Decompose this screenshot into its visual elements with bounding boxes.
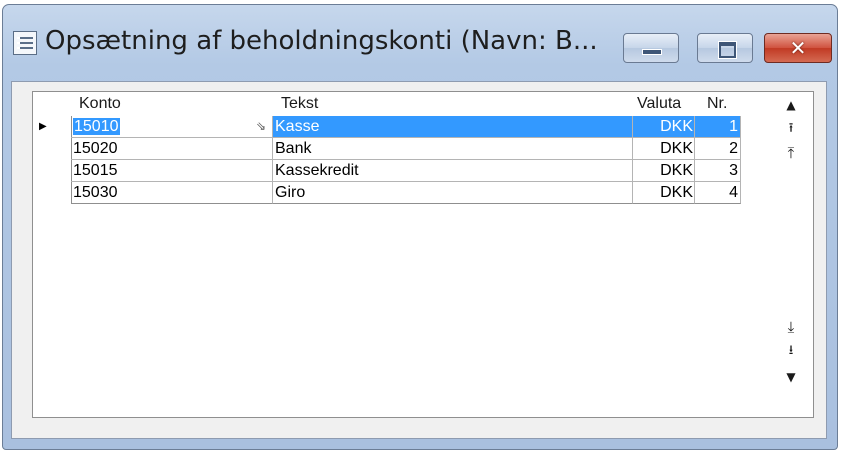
- dialog-window: Opsætning af beholdningskonti (Navn: B..…: [2, 4, 838, 450]
- cell-nr[interactable]: 3: [695, 160, 741, 182]
- cell-konto[interactable]: 15010 ⇘: [71, 116, 273, 138]
- last-record-icon[interactable]: ⤓: [779, 318, 803, 336]
- cell-nr[interactable]: 2: [695, 138, 741, 160]
- maximize-icon: [719, 42, 736, 58]
- minimize-button[interactable]: [623, 33, 679, 63]
- column-header-valuta[interactable]: Valuta: [637, 93, 681, 115]
- first-record-icon[interactable]: ⤒: [779, 144, 803, 162]
- lookup-icon[interactable]: ⇘: [256, 116, 266, 137]
- form-icon[interactable]: [13, 31, 37, 55]
- table-row[interactable]: 15020 Bank DKK 2: [71, 138, 741, 160]
- window-title: Opsætning af beholdningskonti (Navn: B..…: [45, 26, 598, 56]
- cell-tekst[interactable]: Kassekredit: [273, 160, 633, 182]
- previous-record-icon[interactable]: ⭱: [779, 120, 803, 138]
- scroll-down-icon[interactable]: ▼: [779, 368, 803, 386]
- cell-konto[interactable]: 15030: [71, 182, 273, 204]
- column-header-nr[interactable]: Nr.: [707, 93, 727, 115]
- close-button[interactable]: ✕: [764, 33, 832, 63]
- accounts-grid[interactable]: Konto Tekst Valuta Nr. ▶ 15010 ⇘ Kasse D…: [32, 91, 814, 418]
- cell-tekst[interactable]: Bank: [273, 138, 633, 160]
- cell-nr[interactable]: 4: [695, 182, 741, 204]
- cell-tekst[interactable]: Giro: [273, 182, 633, 204]
- scroll-up-icon[interactable]: ▲: [779, 96, 803, 114]
- cell-valuta[interactable]: DKK: [633, 116, 695, 138]
- cell-valuta[interactable]: DKK: [633, 138, 695, 160]
- column-header-konto[interactable]: Konto: [79, 93, 121, 115]
- title-bar[interactable]: Opsætning af beholdningskonti (Navn: B..…: [3, 5, 837, 81]
- table-row[interactable]: 15030 Giro DKK 4: [71, 182, 741, 204]
- current-row-indicator-icon: ▶: [39, 121, 47, 132]
- cell-valuta[interactable]: DKK: [633, 182, 695, 204]
- cell-valuta[interactable]: DKK: [633, 160, 695, 182]
- cell-konto[interactable]: 15020: [71, 138, 273, 160]
- table-row[interactable]: 15015 Kassekredit DKK 3: [71, 160, 741, 182]
- next-record-icon[interactable]: ⭳: [779, 342, 803, 360]
- minimize-icon: [642, 49, 662, 55]
- dialog-body: Konto Tekst Valuta Nr. ▶ 15010 ⇘ Kasse D…: [11, 81, 827, 439]
- column-header-tekst[interactable]: Tekst: [281, 93, 318, 115]
- cell-konto[interactable]: 15015: [71, 160, 273, 182]
- table-row[interactable]: 15010 ⇘ Kasse DKK 1: [71, 116, 741, 138]
- cell-tekst[interactable]: Kasse: [273, 116, 633, 138]
- grid-header: Konto Tekst Valuta Nr.: [33, 92, 769, 116]
- cell-nr[interactable]: 1: [695, 116, 741, 138]
- close-icon: ✕: [789, 36, 807, 60]
- maximize-button[interactable]: [697, 33, 753, 63]
- konto-value: 15010: [73, 118, 120, 135]
